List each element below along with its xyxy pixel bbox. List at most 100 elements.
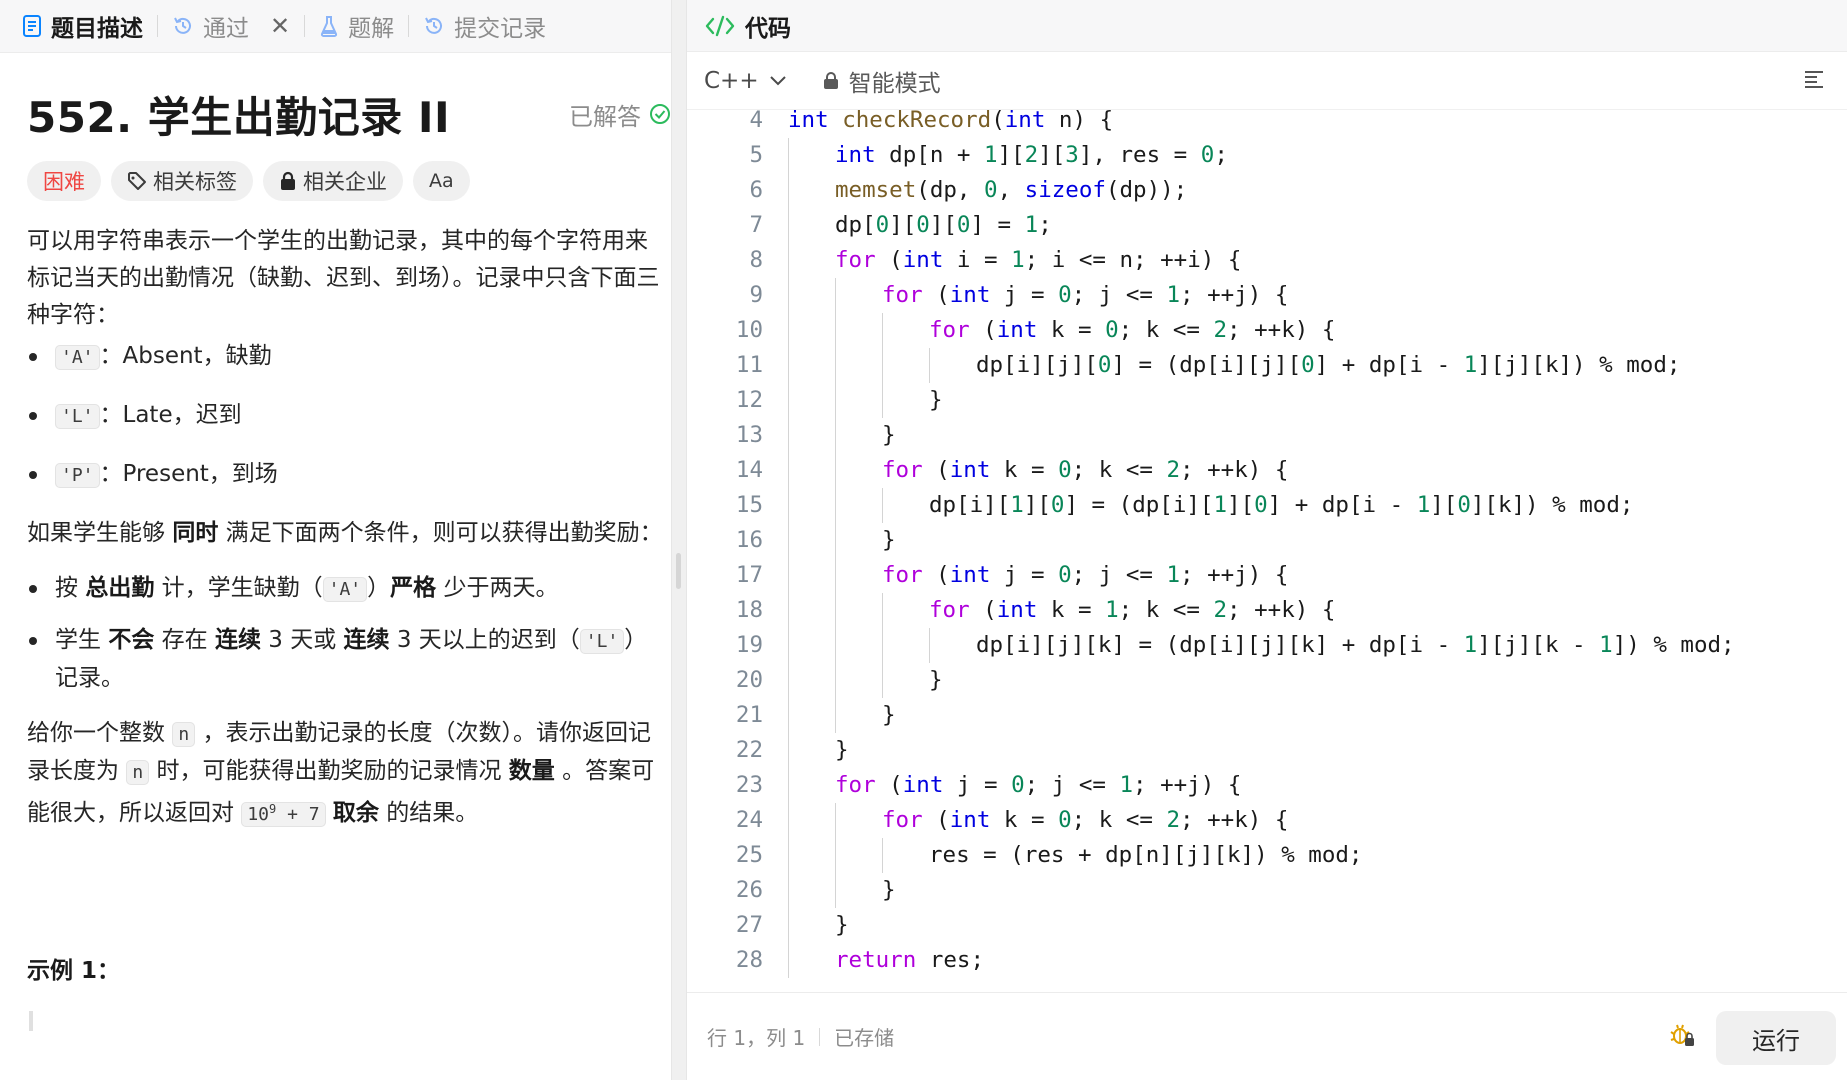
code-token: ;: [1214, 142, 1228, 168]
inline-code: n: [172, 722, 196, 747]
code-token: int: [996, 597, 1038, 623]
tab-submissions[interactable]: 提交记录: [409, 0, 560, 53]
tag-label: 相关标签: [153, 170, 237, 194]
indent-guide: [788, 313, 789, 348]
tab-solutions[interactable]: 题解: [305, 0, 408, 53]
code-line[interactable]: 22}: [687, 733, 1847, 768]
code-token: int: [949, 562, 991, 588]
indent-guide: [882, 838, 883, 873]
code-text: for (int k = 1; k <= 2; ++k) {: [929, 593, 1335, 628]
format-icon[interactable]: [1803, 68, 1825, 90]
indent-guide: [835, 593, 836, 628]
indent-guide: [788, 908, 789, 943]
code-token: int: [902, 247, 944, 273]
code-line[interactable]: 6 memset(dp, 0, sizeof(dp));: [687, 173, 1847, 208]
solved-status: 已解答: [569, 97, 671, 132]
code-line[interactable]: 4 int checkRecord(int n) {: [687, 103, 1847, 138]
code-line[interactable]: 24 for (int k = 0; k <= 2; ++k) {: [687, 803, 1847, 838]
flask-icon: [321, 16, 338, 37]
code-line[interactable]: 13}: [687, 418, 1847, 453]
panel-resize-handle[interactable]: [676, 553, 681, 589]
indent-guide: [788, 943, 789, 978]
related-companies-button[interactable]: 相关企业: [263, 161, 403, 201]
code-text: }: [929, 383, 943, 418]
code-line[interactable]: 10 for (int k = 0; k <= 2; ++k) {: [687, 313, 1847, 348]
code-line[interactable]: 19 dp[i][j][k] = (dp[i][j][k] + dp[i - 1]…: [687, 628, 1847, 663]
tab-accepted[interactable]: 通过 ✕: [158, 0, 304, 53]
code-token: k =: [1037, 317, 1106, 343]
code-token: 0: [1105, 317, 1119, 343]
code-editor[interactable]: 4 int checkRecord(int n) {5 int dp[n + 1][…: [687, 103, 1847, 991]
line-number: 18: [735, 597, 763, 623]
indent-guide: [835, 278, 836, 313]
code-text: for (int j = 0; j <= 1; ++j) {: [882, 558, 1288, 593]
code-line[interactable]: 9 for (int j = 0; j <= 1; ++j) {: [687, 278, 1847, 313]
text-span: 按: [55, 575, 86, 601]
code-token: ] = (dp[i][j][: [1111, 352, 1302, 378]
intro-text: 可以用字符串表示一个学生的出勤记录，其中的每个字符用来标记当天的出勤情况（缺勤、…: [27, 228, 660, 328]
code-line[interactable]: 20}: [687, 663, 1847, 698]
indent-guide: [929, 628, 930, 663]
code-line[interactable]: 23 for (int j = 0; j <= 1; ++j) {: [687, 768, 1847, 803]
list-item: 'L' ：Late，迟到: [27, 397, 667, 435]
code-token: for: [882, 457, 923, 483]
indent-guide: [835, 348, 836, 383]
check-circle-icon: [650, 104, 670, 124]
code-line[interactable]: 8 for (int i = 1; i <= n; ++i) {: [687, 243, 1847, 278]
font-size-toggle[interactable]: Aa: [413, 161, 470, 201]
code-line[interactable]: 16}: [687, 523, 1847, 558]
code-line[interactable]: 7 dp[0][0][0] = 1;: [687, 208, 1847, 243]
code-token: int: [949, 282, 991, 308]
smart-mode-toggle[interactable]: 智能模式: [823, 64, 941, 98]
code-token: for: [929, 597, 970, 623]
language-select[interactable]: C++: [704, 68, 787, 94]
code-token: int: [949, 457, 991, 483]
code-line[interactable]: 12}: [687, 383, 1847, 418]
code-header-title: 代码: [745, 15, 791, 42]
line-number: 7: [749, 212, 763, 238]
line-number: 23: [735, 772, 763, 798]
code-token: }: [929, 387, 943, 413]
code-line[interactable]: 15 dp[i][1][0] = (dp[i][1][0] + dp[i - 1]…: [687, 488, 1847, 523]
indent-guide: [788, 698, 789, 733]
indent-guide: [788, 803, 789, 838]
code-token: }: [835, 912, 849, 938]
code-token: (: [875, 247, 903, 273]
related-tags-button[interactable]: 相关标签: [111, 161, 253, 201]
list-item: 'P' ：Present，到场: [27, 456, 667, 494]
char-list: 'A' ：Absent，缺勤 'L' ：Late，迟到 'P' ：Present，到场: [27, 338, 667, 494]
code-line[interactable]: 17 for (int j = 0; j <= 1; ++j) {: [687, 558, 1847, 593]
code-line[interactable]: 28 return res;: [687, 943, 1847, 978]
debug-bug-icon[interactable]: [1668, 1021, 1696, 1049]
code-text: for (int k = 0; k <= 2; ++k) {: [882, 453, 1288, 488]
code-line[interactable]: 25 res = (res + dp[n][j][k]) % mod;: [687, 838, 1847, 873]
code-token: ,: [997, 177, 1025, 203]
history-icon: [425, 17, 443, 34]
close-icon[interactable]: ✕: [270, 12, 290, 40]
code-line[interactable]: 18 for (int k = 1; k <= 2; ++k) {: [687, 593, 1847, 628]
indent-guide: [788, 558, 789, 593]
code-token: 1: [1166, 562, 1181, 588]
code-token: 0: [875, 212, 890, 238]
code-line[interactable]: 5 int dp[n + 1][2][3], res = 0;: [687, 138, 1847, 173]
code-text: for (int k = 0; k <= 2; ++k) {: [882, 803, 1288, 838]
code-line[interactable]: 21}: [687, 698, 1847, 733]
code-token: 0: [1097, 352, 1112, 378]
line-number: 19: [735, 632, 763, 658]
code-text: for (int i = 1; i <= n; ++i) {: [835, 243, 1241, 278]
tab-description[interactable]: 题目描述: [20, 0, 157, 53]
code-token: (: [922, 807, 950, 833]
code-line[interactable]: 11 dp[i][j][0] = (dp[i][j][0] + dp[i - 1]…: [687, 348, 1847, 383]
list-item: 按 总出勤 计，学生缺勤（ 'A' ）严格 少于两天。: [27, 570, 667, 608]
code-line[interactable]: 27}: [687, 908, 1847, 943]
indent-guide: [835, 628, 836, 663]
code-line[interactable]: 26}: [687, 873, 1847, 908]
bold-text: 数量: [508, 758, 555, 784]
problem-description: 可以用字符串表示一个学生的出勤记录，其中的每个字符用来标记当天的出勤情况（缺勤、…: [27, 223, 667, 833]
run-button[interactable]: 运行: [1716, 1011, 1836, 1065]
code-token: }: [882, 422, 896, 448]
indent-guide: [882, 348, 883, 383]
inline-code: 'L': [55, 404, 100, 429]
code-line[interactable]: 14 for (int k = 0; k <= 2; ++k) {: [687, 453, 1847, 488]
code-text: dp[i][j][k] = (dp[i][j][k] + dp[i - 1][j…: [976, 628, 1735, 663]
